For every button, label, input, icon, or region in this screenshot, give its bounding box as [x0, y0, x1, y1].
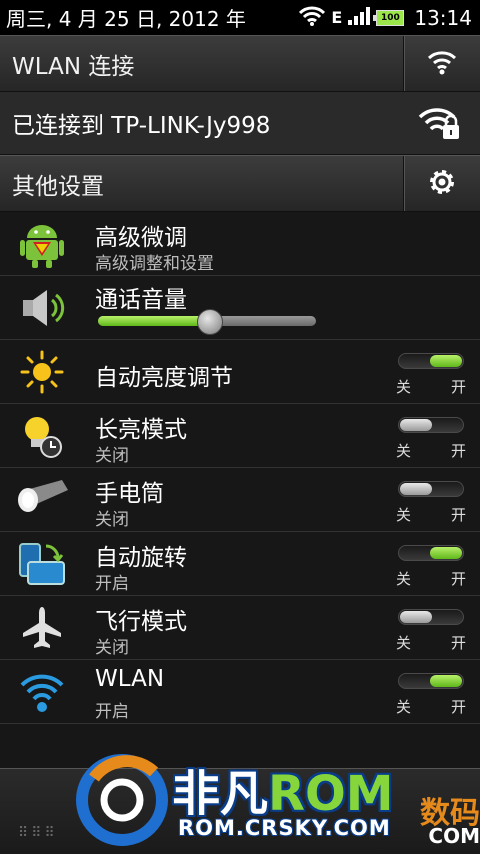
item-subtitle: 开启 — [95, 702, 129, 722]
screen-on-mode-toggle[interactable]: 关 开 — [396, 413, 466, 461]
wlan-connection-row[interactable]: 已连接到 TP-LINK-Jy998 — [0, 92, 480, 155]
toggle-on-label: 开 — [450, 378, 466, 396]
auto-brightness-toggle[interactable]: 关 开 — [396, 349, 466, 397]
watermark: 非凡ROM ROM.CRSKY.COM 数码 COM — [70, 740, 480, 853]
toggle-on-label: 开 — [450, 570, 466, 588]
item-title: WLAN — [95, 666, 165, 692]
other-settings-title: 其他设置 — [12, 173, 104, 200]
toggle-knob — [430, 547, 462, 559]
list-item-auto-rotate[interactable]: 自动旋转 开启 关 开 — [0, 532, 480, 596]
status-time: 13:14 — [414, 5, 472, 30]
toggle-off-label: 关 — [396, 698, 412, 716]
other-settings-header: 其他设置 — [0, 155, 480, 212]
item-title: 手电筒 — [95, 481, 164, 507]
list-item-flashlight[interactable]: 手电筒 关闭 关 开 — [0, 468, 480, 532]
wlan-settings-button[interactable] — [403, 36, 480, 91]
toggle-on-label: 开 — [450, 634, 466, 652]
status-icons: E 100 13:14 — [299, 0, 472, 35]
flashlight-icon — [16, 476, 68, 524]
list-item-airplane-mode[interactable]: 飞行模式 关闭 关 开 — [0, 596, 480, 660]
status-date: 周三, 4 月 25 日, 2012 年 — [6, 7, 246, 31]
gear-icon — [426, 166, 458, 202]
toggle-knob — [400, 611, 432, 623]
item-title: 飞行模式 — [95, 609, 187, 635]
toggle-off-label: 关 — [396, 506, 412, 524]
item-subtitle: 高级调整和设置 — [95, 254, 214, 274]
wlan-connection-text: 已连接到 TP-LINK-Jy998 — [12, 113, 271, 139]
item-subtitle: 关闭 — [95, 446, 129, 466]
airplane-icon — [16, 604, 68, 652]
signal-icon — [348, 6, 371, 29]
sun-icon — [16, 348, 68, 396]
toggle-off-label: 关 — [396, 442, 412, 460]
list-item-screen-on-mode[interactable]: 长亮模式 关闭 关 开 — [0, 404, 480, 468]
slider-thumb[interactable] — [197, 309, 224, 335]
wlan-header: WLAN 连接 — [0, 35, 480, 92]
watermark-brand-cn: 非凡 — [172, 766, 269, 822]
rotate-icon — [16, 540, 68, 588]
toggle-knob — [430, 355, 462, 367]
wifi-status-icon — [299, 6, 326, 30]
toggle-off-label: 关 — [396, 378, 412, 396]
toggle-knob — [400, 419, 432, 431]
battery-icon: 100 — [373, 9, 405, 26]
bulb-clock-icon — [16, 412, 68, 460]
item-subtitle: 开启 — [95, 574, 129, 594]
toggle-off-label: 关 — [396, 570, 412, 588]
watermark-side2: COM — [428, 824, 480, 848]
network-type: E — [331, 8, 343, 27]
watermark-url: ROM.CRSKY.COM — [178, 816, 391, 840]
speaker-icon — [16, 284, 68, 332]
wlan-toggle[interactable]: 关 开 — [396, 669, 466, 717]
android-superman-icon — [16, 220, 68, 268]
wifi-lock-icon — [418, 105, 460, 145]
toggle-on-label: 开 — [450, 442, 466, 460]
toggle-knob — [400, 483, 432, 495]
list-item-auto-brightness[interactable]: 自动亮度调节 关 开 — [0, 340, 480, 404]
toggle-on-label: 开 — [450, 506, 466, 524]
list-item-call-volume: 通话音量 — [0, 276, 480, 340]
wlan-header-title: WLAN 连接 — [12, 53, 135, 80]
watermark-logo — [76, 754, 168, 846]
item-subtitle: 关闭 — [95, 638, 129, 658]
wifi-icon — [16, 668, 68, 716]
watermark-brand-rom: ROM — [268, 766, 394, 822]
airplane-mode-toggle[interactable]: 关 开 — [396, 605, 466, 653]
item-title: 自动旋转 — [95, 545, 187, 571]
settings-button[interactable] — [403, 156, 480, 211]
auto-rotate-toggle[interactable]: 关 开 — [396, 541, 466, 589]
item-subtitle: 关闭 — [95, 510, 129, 530]
flashlight-toggle[interactable]: 关 开 — [396, 477, 466, 525]
watermark-brand: 非凡ROM — [172, 754, 394, 824]
grip-dots: ⠿⠿⠿ — [18, 825, 58, 841]
item-title: 通话音量 — [95, 287, 187, 313]
slider-fill — [98, 316, 210, 326]
item-title: 长亮模式 — [95, 417, 187, 443]
list-item-wlan[interactable]: WLAN 开启 关 开 — [0, 660, 480, 724]
status-bar: 周三, 4 月 25 日, 2012 年 E 100 13:14 — [0, 0, 480, 35]
toggle-on-label: 开 — [450, 698, 466, 716]
call-volume-slider[interactable] — [98, 309, 316, 335]
wifi-icon — [427, 49, 457, 79]
item-title: 高级微调 — [95, 225, 187, 251]
toggle-knob — [430, 675, 462, 687]
item-title: 自动亮度调节 — [95, 365, 233, 391]
list-item-advanced-tweaks[interactable]: 高级微调 高级调整和设置 — [0, 212, 480, 276]
toggle-off-label: 关 — [396, 634, 412, 652]
settings-list: 高级微调 高级调整和设置 通话音量 自动亮度调节 关 开 长亮模式 关闭 关 开… — [0, 212, 480, 724]
